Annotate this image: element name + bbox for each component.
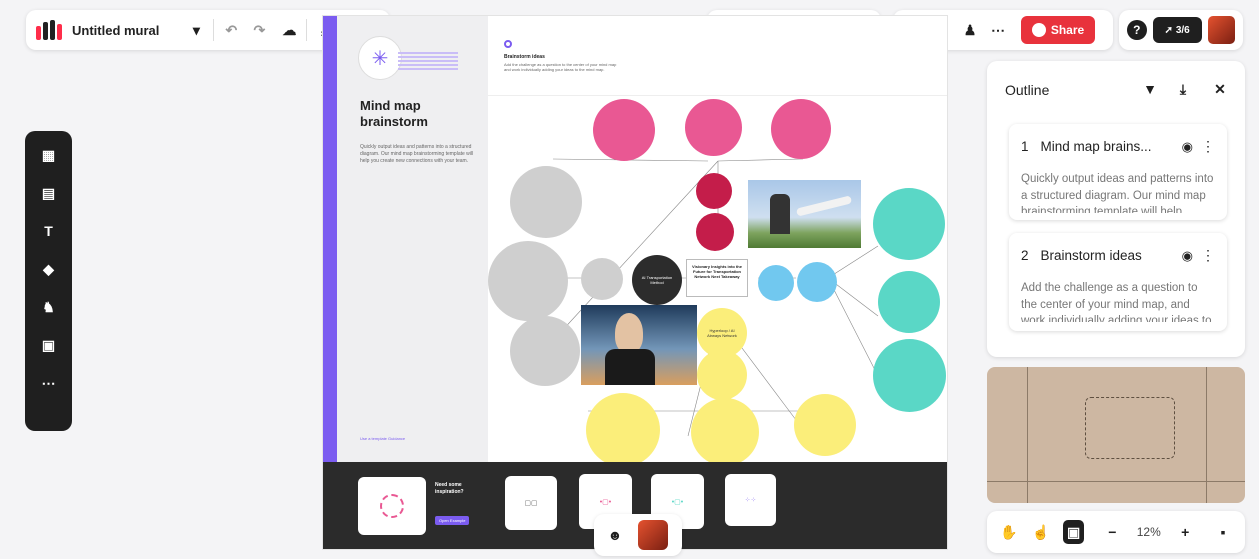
image-icon[interactable]: ▣ <box>39 335 59 355</box>
mind-map-node[interactable] <box>691 398 759 466</box>
share-button[interactable]: Share <box>1021 16 1095 44</box>
template-info-panel: ✳ Mind map brainstorm Quickly output ide… <box>323 16 488 462</box>
step-thumbnail[interactable]: ▢▢ <box>505 476 557 530</box>
reactions-bar: ☻ <box>594 514 682 556</box>
mind-map-node[interactable] <box>697 350 747 400</box>
mind-map-node[interactable] <box>696 213 734 251</box>
template-illustration: ✳ <box>358 36 458 86</box>
emoji-icon[interactable]: ☻ <box>604 524 626 546</box>
redo-icon[interactable]: ↷ <box>248 19 270 41</box>
divider <box>306 19 308 41</box>
user-avatar[interactable] <box>1207 16 1235 44</box>
undo-icon[interactable]: ↶ <box>220 19 242 41</box>
mind-map-node[interactable] <box>771 99 831 159</box>
download-icon[interactable]: ⤓ <box>1172 78 1194 100</box>
collab-count: 3/6 <box>1175 24 1190 36</box>
mind-map-node[interactable] <box>593 99 655 161</box>
accent-stripe <box>323 16 337 462</box>
mind-map-node[interactable] <box>758 265 794 301</box>
center-node-label: Visionary Insights into the Future for T… <box>692 264 742 280</box>
kebab-menu-icon[interactable]: ⋮ <box>1201 138 1215 155</box>
mind-map-node[interactable] <box>685 99 742 156</box>
help-collab-toolbar: ? ➚ 3/6 <box>1119 10 1243 50</box>
visibility-eye-icon[interactable]: ◉ <box>1182 139 1193 155</box>
sticky-note-icon[interactable]: ▤ <box>39 183 59 203</box>
mind-map-node[interactable] <box>488 241 568 321</box>
template-title: Mind map brainstorm <box>360 98 428 130</box>
outline-item-title: Brainstorm ideas <box>1040 248 1142 263</box>
zoom-toolbar: ✋ ☝ ▣ − 12% + ▪ <box>987 511 1245 553</box>
center-node[interactable]: Visionary Insights into the Future for T… <box>686 259 748 297</box>
collaborators-badge[interactable]: ➚ 3/6 <box>1152 17 1202 43</box>
llama-icon[interactable]: ♞ <box>39 297 59 317</box>
kebab-menu-icon[interactable]: ⋮ <box>1201 247 1215 264</box>
mind-map-node[interactable] <box>794 394 856 456</box>
present-icon[interactable]: ▼ <box>1139 78 1161 100</box>
photo-portrait[interactable] <box>581 305 697 385</box>
hand-pan-icon[interactable]: ✋ <box>999 521 1019 543</box>
fit-screen-icon[interactable]: ▪ <box>1213 521 1233 543</box>
mind-map-node[interactable] <box>873 339 946 412</box>
presenter-avatar[interactable] <box>638 520 668 550</box>
zoom-in-icon[interactable]: + <box>1175 521 1195 543</box>
outline-item-description: Quickly output ideas and patterns into a… <box>1021 173 1214 213</box>
ai-node-label: AI Transportation Method <box>641 275 673 285</box>
outline-item-description: Add the challenge as a question to the c… <box>1021 282 1212 322</box>
outline-item[interactable]: 2 Brainstorm ideas ◉ ⋮ Add the challenge… <box>1009 233 1227 331</box>
templates-icon[interactable]: ▦ <box>39 145 59 165</box>
step-thumbnail[interactable]: ⁘⁘ <box>725 474 776 526</box>
example-thumbnail[interactable] <box>358 477 426 535</box>
outline-item[interactable]: 1 Mind map brains... ◉ ⋮ Quickly output … <box>1009 124 1227 220</box>
mind-map-node[interactable] <box>586 393 660 467</box>
mind-map-node[interactable] <box>696 173 732 209</box>
mural-canvas[interactable]: ✳ Mind map brainstorm Quickly output ide… <box>322 15 948 550</box>
person-icon[interactable]: ♟ <box>959 19 981 41</box>
minimap[interactable] <box>987 367 1245 503</box>
zoom-level[interactable]: 12% <box>1134 525 1163 539</box>
more-icon[interactable]: ⋯ <box>987 19 1009 41</box>
touchpad-icon[interactable]: ☝ <box>1031 521 1051 543</box>
yellow-node-label: Hyperloop / AI Airways Network <box>707 328 737 338</box>
mind-map-node[interactable] <box>510 316 580 386</box>
chevron-down-icon[interactable]: ▾ <box>185 19 207 41</box>
mind-map-node[interactable] <box>510 166 582 238</box>
shapes-icon[interactable]: ◆ <box>39 259 59 279</box>
photo-jet[interactable] <box>748 180 861 248</box>
close-icon[interactable]: ✕ <box>1209 78 1231 100</box>
mural-title[interactable]: Untitled mural <box>72 23 159 38</box>
mind-map-node[interactable]: AI Transportation Method <box>632 255 682 305</box>
template-description: Quickly output ideas and patterns into a… <box>360 144 474 164</box>
open-example-button[interactable]: Open Example <box>435 516 470 525</box>
minimap-toggle-icon[interactable]: ▣ <box>1062 520 1085 544</box>
more-tools-icon[interactable]: ⋯ <box>39 373 59 393</box>
left-toolbar: ▦ ▤ T ◆ ♞ ▣ ⋯ <box>25 131 72 431</box>
cloud-saved-icon[interactable]: ☁ <box>278 19 300 41</box>
mind-map-node[interactable] <box>581 258 623 300</box>
mind-map-node[interactable] <box>878 271 940 333</box>
zoom-out-icon[interactable]: − <box>1102 521 1122 543</box>
share-icon <box>1031 23 1046 37</box>
rocket-icon: ➚ <box>1164 24 1173 36</box>
help-icon[interactable]: ? <box>1127 20 1147 40</box>
mind-map-area: Brainstorm ideas Add the challenge as a … <box>488 16 947 467</box>
share-label: Share <box>1050 23 1085 37</box>
outline-item-number: 1 <box>1021 139 1029 154</box>
outline-item-title: Mind map brains... <box>1040 139 1152 154</box>
visibility-eye-icon[interactable]: ◉ <box>1182 248 1193 264</box>
minimap-content <box>1085 397 1175 459</box>
mural-logo[interactable] <box>36 20 62 40</box>
text-icon[interactable]: T <box>39 221 59 241</box>
inspiration-text: Need some inspiration? <box>435 482 464 495</box>
outline-title: Outline <box>1005 82 1050 98</box>
outline-panel: Outline ▼ ⤓ ✕ 1 Mind map brains... ◉ ⋮ Q… <box>987 61 1245 357</box>
minimap-bottom-band <box>987 481 1245 503</box>
outline-item-number: 2 <box>1021 248 1029 263</box>
divider <box>213 19 215 41</box>
mind-map-node[interactable] <box>873 188 945 260</box>
mind-map-node[interactable] <box>797 262 837 302</box>
template-footer-link[interactable]: Use a template Guidance <box>360 436 405 441</box>
